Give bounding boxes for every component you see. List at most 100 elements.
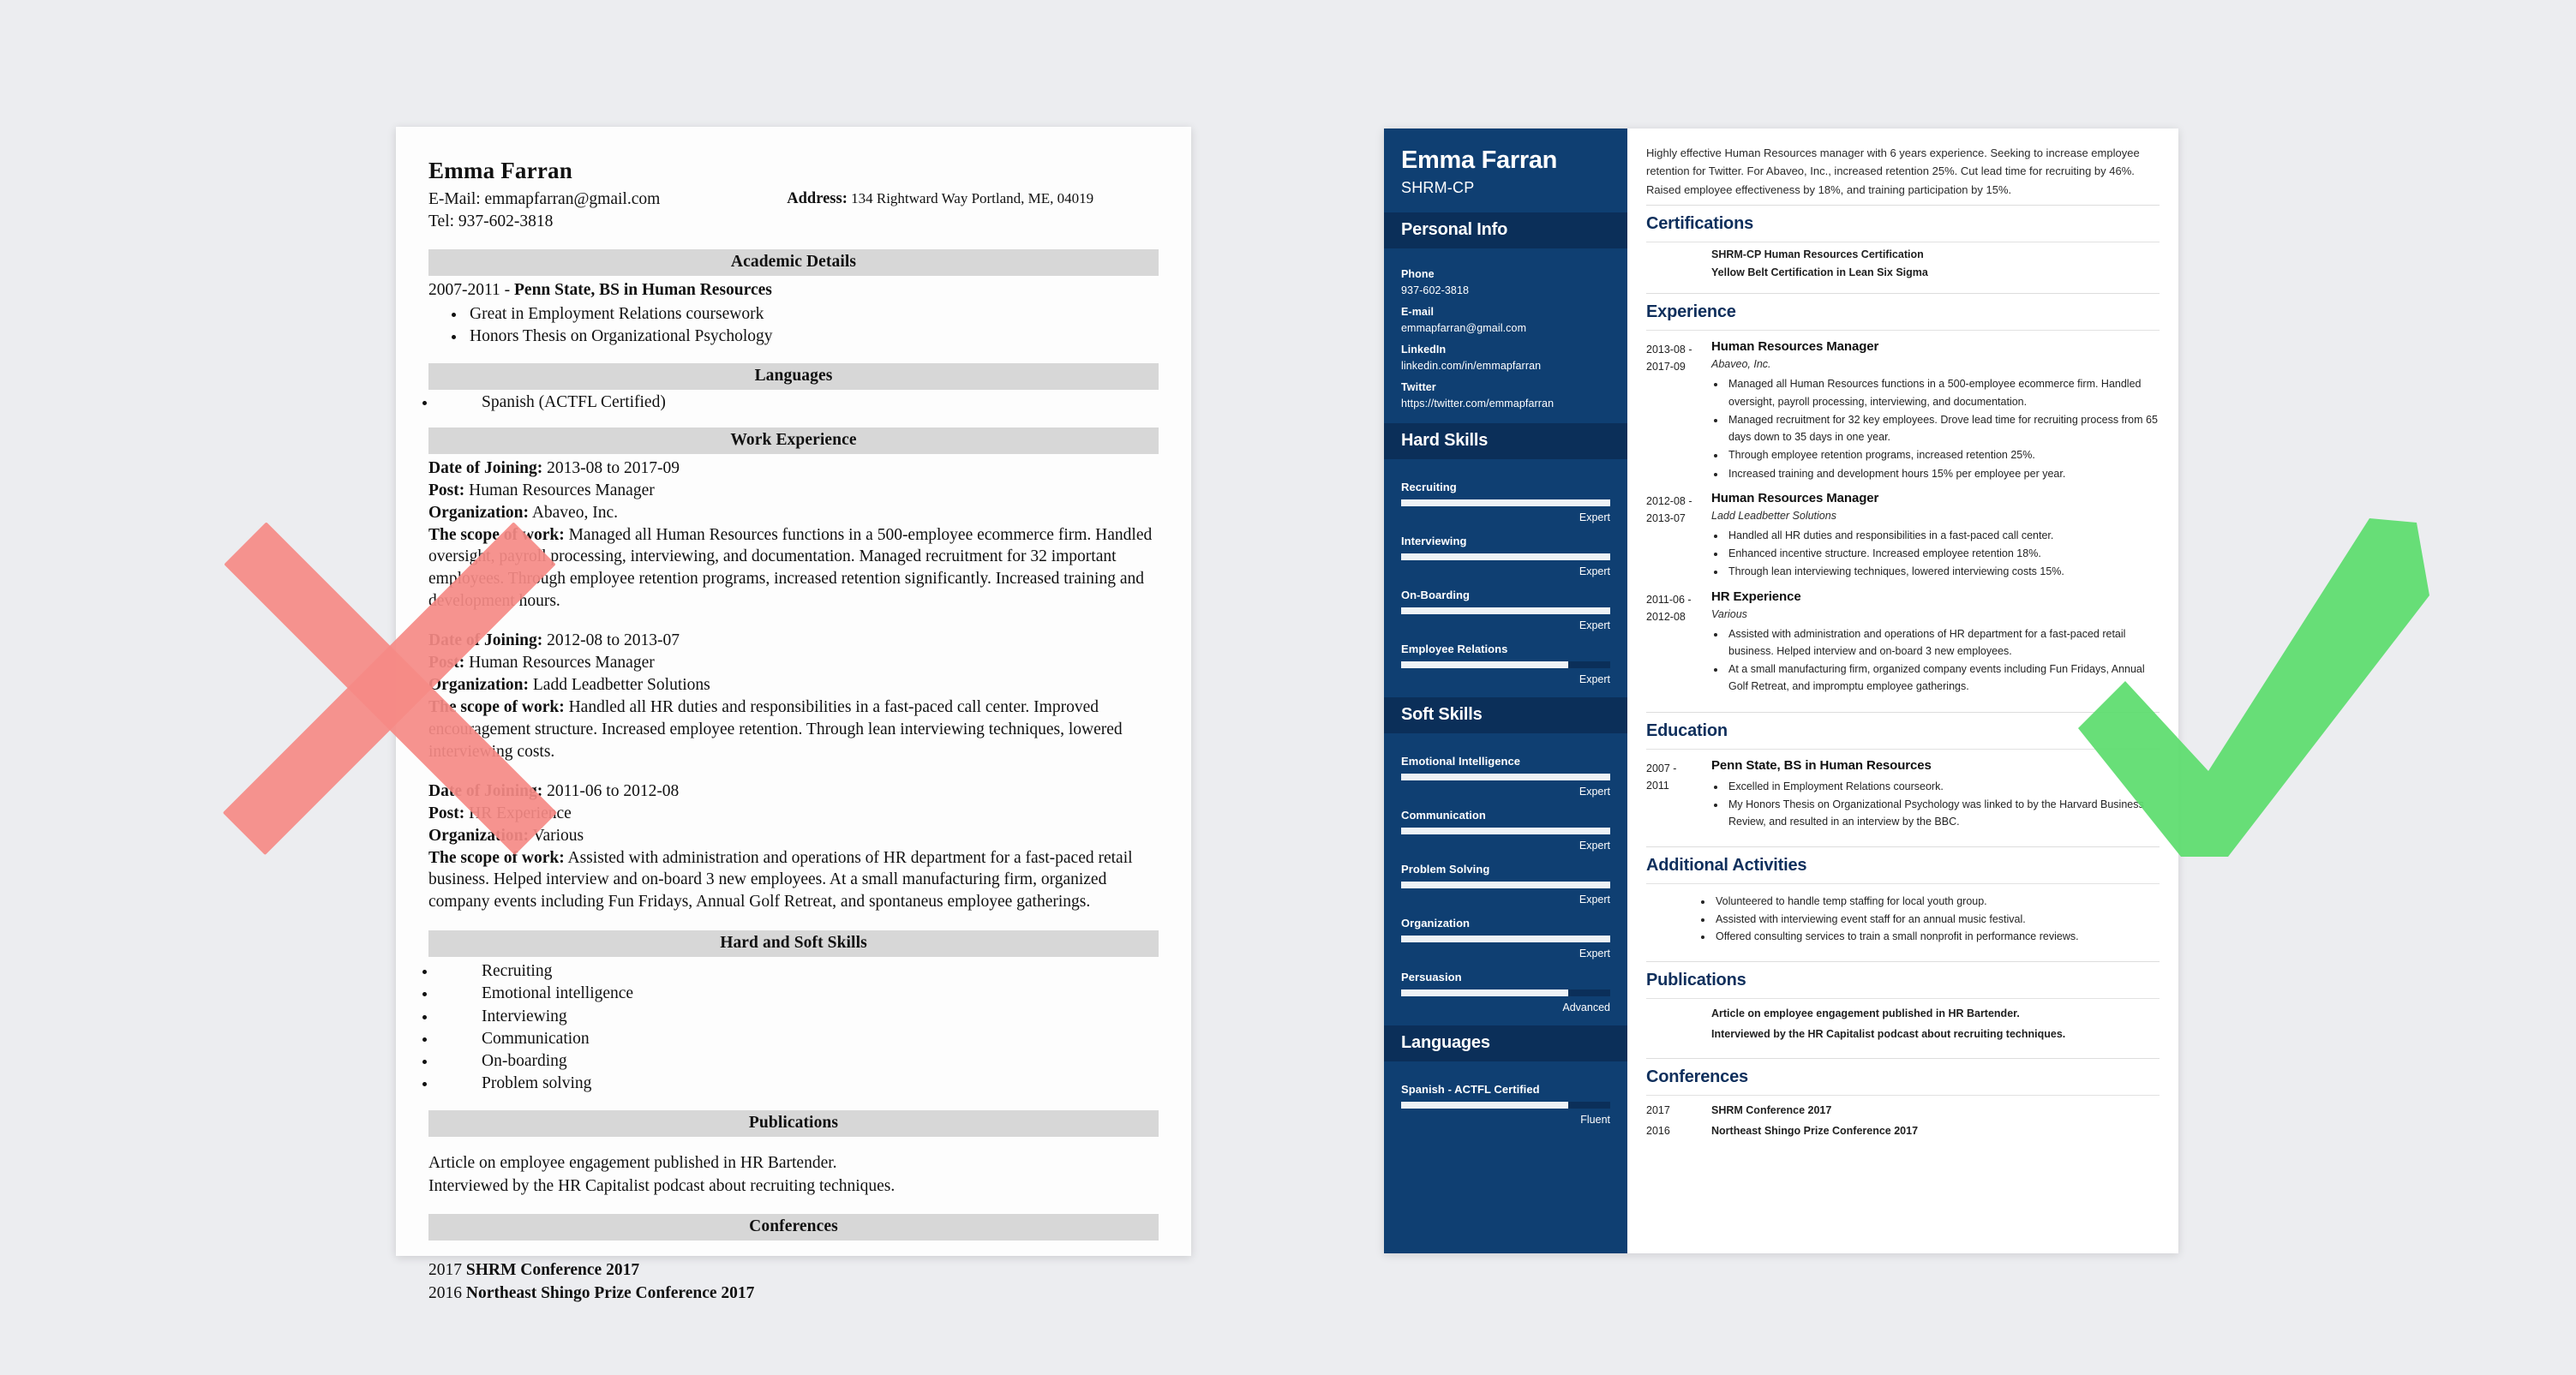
education-entry: 2007 - 2011 Penn State, BS in Human Reso… bbox=[1646, 758, 2160, 831]
list-item: Volunteered to handle temp staffing for … bbox=[1713, 893, 2160, 910]
skill-level: Expert bbox=[1579, 948, 1610, 960]
list-item: My Honors Thesis on Organizational Psych… bbox=[1726, 796, 2160, 831]
heading-rule bbox=[1646, 330, 2160, 332]
list-item: Enhanced incentive structure. Increased … bbox=[1726, 545, 2160, 562]
bad-skill-name: Emotional intelligence bbox=[482, 984, 634, 1003]
skill-level: Expert bbox=[1579, 511, 1610, 524]
bad-languages-list: Spanish (ACTFL Certified) bbox=[437, 393, 1159, 412]
section-heading-education: Education bbox=[1646, 711, 2160, 741]
experience-date: 2013-08 - 2017-09 bbox=[1646, 339, 1711, 482]
experience-date-from: 2012-08 - bbox=[1646, 494, 1692, 507]
bad-work-date-line: Date of Joining: 2012-08 to 2013-07 bbox=[428, 630, 1159, 652]
bad-work-date-value: 2013-08 to 2017-09 bbox=[547, 458, 680, 477]
list-item: Managed recruitment for 32 key employees… bbox=[1726, 411, 2160, 446]
bad-work-org-label: Organization: bbox=[428, 503, 529, 522]
section-additional-activities: Additional Activities Volunteered to han… bbox=[1646, 846, 2160, 955]
bad-section-heading-skills: Hard and Soft Skills bbox=[428, 930, 1159, 958]
experience-org: Ladd Leadbetter Solutions bbox=[1711, 509, 1836, 522]
bad-publication-line: Interviewed by the HR Capitalist podcast… bbox=[428, 1176, 896, 1195]
experience-date: 2011-06 - 2012-08 bbox=[1646, 589, 1711, 696]
skill-progress-track bbox=[1401, 882, 1610, 889]
bad-academic-years: 2007-2011 - bbox=[428, 280, 515, 299]
list-item: Spanish (ACTFL Certified) bbox=[437, 393, 1159, 412]
list-item: Excelled in Employment Relations courseo… bbox=[1726, 778, 2160, 795]
bad-resume-contact-left: E-Mail: emmapfarran@gmail.com Tel: 937-6… bbox=[428, 188, 660, 234]
skill-progress-fill bbox=[1401, 607, 1610, 615]
bad-work-org-value: Abaveo, Inc. bbox=[531, 503, 618, 522]
skill-level: Expert bbox=[1579, 894, 1610, 906]
skill-progress-fill bbox=[1401, 553, 1610, 561]
list-item: Great in Employment Relations coursework bbox=[466, 303, 1159, 326]
info-label-phone: Phone bbox=[1401, 268, 1435, 281]
skill-progress-track bbox=[1401, 989, 1610, 997]
list-item: Managed all Human Resources functions in… bbox=[1726, 375, 2160, 410]
bad-academic-bullets: Great in Employment Relations coursework… bbox=[466, 303, 1159, 348]
skill-level: Advanced bbox=[1562, 1001, 1610, 1014]
experience-org: Abaveo, Inc. bbox=[1711, 358, 1771, 371]
experience-date: 2012-08 - 2013-07 bbox=[1646, 491, 1711, 581]
conference-row: 2016 Northeast Shingo Prize Conference 2… bbox=[1646, 1125, 2160, 1137]
skill-progress-track bbox=[1401, 661, 1610, 669]
bad-resume-document: Emma Farran E-Mail: emmapfarran@gmail.co… bbox=[396, 127, 1191, 1302]
bad-resume-address-value: 134 Rightward Way Portland, ME, 04019 bbox=[851, 190, 1094, 206]
skill-name: Problem Solving bbox=[1401, 863, 1490, 876]
education-date-to: 2011 bbox=[1646, 779, 1669, 792]
section-education: Education 2007 - 2011 Penn State, BS in … bbox=[1646, 711, 2160, 841]
experience-date-from: 2011-06 - bbox=[1646, 593, 1692, 606]
skill-block: Organization Expert bbox=[1401, 917, 1610, 960]
bad-work-post-value: Human Resources Manager bbox=[469, 654, 655, 673]
bad-work-scope-label: The scope of work: bbox=[428, 848, 565, 867]
comparison-stage: Emma Farran E-Mail: emmapfarran@gmail.co… bbox=[0, 0, 2576, 1375]
info-label-twitter: Twitter bbox=[1401, 381, 1436, 394]
bad-resume-contact-row: E-Mail: emmapfarran@gmail.com Tel: 937-6… bbox=[428, 188, 1159, 234]
info-value-twitter[interactable]: https://twitter.com/emmapfarran bbox=[1401, 398, 1610, 410]
skill-block: Recruiting Expert bbox=[1401, 481, 1610, 523]
bad-work-scope-line: The scope of work: Managed all Human Res… bbox=[428, 524, 1159, 613]
bad-skill-name: Interviewing bbox=[482, 1007, 567, 1025]
skill-level: Expert bbox=[1579, 619, 1610, 632]
experience-date-to: 2012-08 bbox=[1646, 610, 1686, 623]
conference-name: Northeast Shingo Prize Conference 2017 bbox=[1711, 1125, 1919, 1138]
info-value-linkedin[interactable]: linkedin.com/in/emmapfarran bbox=[1401, 360, 1610, 372]
section-heading-certifications: Certifications bbox=[1646, 205, 2160, 234]
skill-name: Persuasion bbox=[1401, 971, 1462, 984]
bad-work-post-label: Post: bbox=[428, 654, 465, 673]
list-item: At a small manufacturing firm, organized… bbox=[1726, 661, 2160, 696]
bad-work-org-label: Organization: bbox=[428, 826, 529, 845]
experience-body: Human Resources Manager Ladd Leadbetter … bbox=[1711, 491, 2160, 581]
bad-work-org-value: Ladd Leadbetter Solutions bbox=[532, 676, 710, 695]
bad-work-org-value: Various bbox=[532, 826, 584, 845]
experience-org: Various bbox=[1711, 607, 1747, 620]
skill-name: On-Boarding bbox=[1401, 589, 1470, 602]
bad-section-heading-publications: Publications bbox=[428, 1110, 1159, 1138]
info-label-linkedin: LinkedIn bbox=[1401, 344, 1447, 356]
section-certifications: Certifications SHRM-CP Human Resources C… bbox=[1646, 205, 2160, 287]
section-heading-publications: Publications bbox=[1646, 961, 2160, 990]
bad-skill-name: On-boarding bbox=[482, 1051, 567, 1070]
skill-progress-fill bbox=[1401, 989, 1569, 997]
sidebar-languages-body: Spanish - ACTFL Certified Fluent bbox=[1384, 1061, 1627, 1129]
experience-body: HR Experience Various Assisted with admi… bbox=[1711, 589, 2160, 696]
list-item: Assisted with interviewing event staff f… bbox=[1713, 911, 2160, 928]
bad-work-date-line: Date of Joining: 2011-06 to 2012-08 bbox=[428, 780, 1159, 803]
bad-academic-degree-line: 2007-2011 - Penn State, BS in Human Reso… bbox=[428, 279, 1159, 302]
skill-name: Communication bbox=[1401, 809, 1486, 822]
experience-bullets: Assisted with administration and operati… bbox=[1726, 625, 2160, 696]
bad-skill-name: Communication bbox=[482, 1029, 590, 1048]
additional-activities-bullets: Volunteered to handle temp staffing for … bbox=[1713, 893, 2160, 945]
bad-conference-row: 2016 Northeast Shingo Prize Conference 2… bbox=[428, 1282, 1159, 1306]
bad-work-entry: Date of Joining: 2012-08 to 2013-07 Post… bbox=[428, 630, 1159, 763]
sidebar-header: Emma Farran SHRM-CP bbox=[1384, 129, 1627, 212]
heading-rule bbox=[1646, 883, 2160, 885]
publication-row: Article on employee engagement published… bbox=[1711, 1007, 2020, 1020]
bad-work-post-value: HR Experience bbox=[469, 804, 572, 822]
section-conferences: Conferences 2017 SHRM Conference 2017 20… bbox=[1646, 1058, 2160, 1137]
bad-work-scope-line: The scope of work: Handled all HR duties… bbox=[428, 696, 1159, 763]
list-item: Assisted with administration and operati… bbox=[1726, 625, 2160, 661]
education-title: Penn State, BS in Human Resources bbox=[1711, 757, 1932, 773]
skill-name: Employee Relations bbox=[1401, 643, 1508, 656]
list-item: Interviewing bbox=[437, 1006, 1159, 1028]
bad-conferences-list: 2017 SHRM Conference 2017 2016 Northeast… bbox=[428, 1259, 1159, 1306]
bad-publications-list: Article on employee engagement published… bbox=[428, 1152, 1159, 1199]
bad-work-date-label: Date of Joining: bbox=[428, 458, 543, 477]
